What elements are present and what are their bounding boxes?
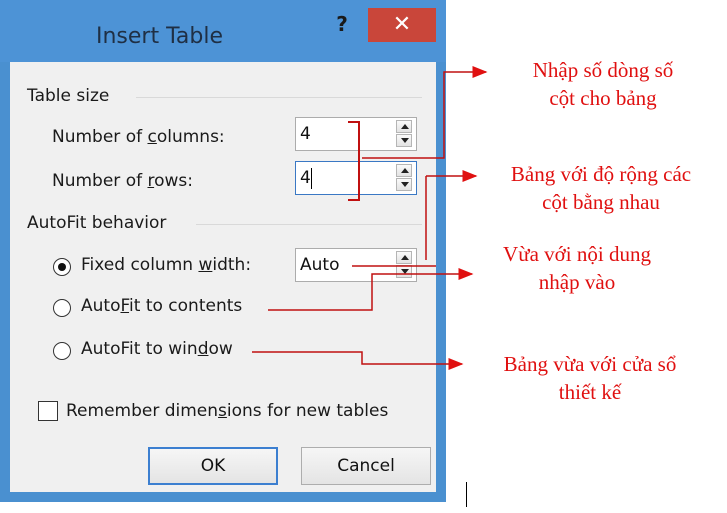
table-size-group-label: Table size — [27, 86, 110, 106]
remember-checkbox[interactable] — [38, 401, 58, 421]
width-down-arrow-icon[interactable] — [396, 265, 412, 278]
autofit-group-label: AutoFit behavior — [27, 213, 167, 233]
close-icon: ✕ — [392, 12, 412, 37]
fixed-width-label[interactable]: Fixed column width: — [81, 255, 251, 275]
annotation-autofit-window: Bảng vừa với cửa sổ thiết kế — [503, 352, 677, 404]
help-button[interactable]: ? — [332, 12, 352, 36]
columns-spinner[interactable]: 4 — [295, 117, 417, 151]
fixed-width-radio[interactable] — [53, 258, 71, 276]
rows-label: Number of rows: — [52, 171, 193, 191]
width-up-arrow-icon[interactable] — [396, 251, 412, 264]
cancel-button[interactable]: Cancel — [301, 447, 431, 485]
text-cursor — [311, 168, 312, 189]
dialog-title: Insert Table — [96, 24, 223, 49]
autofit-contents-label[interactable]: AutoFit to contents — [81, 296, 242, 316]
annotation-autofit-contents: Vừa với nội dung nhập vào — [503, 242, 651, 294]
fixed-width-input[interactable]: Auto — [300, 255, 339, 275]
fixed-width-spinner[interactable]: Auto — [295, 248, 417, 282]
ok-button[interactable]: OK — [148, 447, 278, 485]
divider — [196, 224, 422, 225]
dialog-body: Table size Number of columns: 4 Number o… — [10, 62, 436, 492]
autofit-window-label[interactable]: AutoFit to window — [81, 339, 233, 359]
remember-label[interactable]: Remember dimensions for new tables — [66, 401, 388, 421]
rows-spinner[interactable]: 4 — [295, 161, 417, 195]
columns-up-arrow-icon[interactable] — [396, 120, 412, 133]
autofit-contents-radio[interactable] — [53, 299, 71, 317]
title-bar: Insert Table ? ✕ — [0, 0, 446, 62]
rows-up-arrow-icon[interactable] — [396, 164, 412, 177]
columns-down-arrow-icon[interactable] — [396, 134, 412, 147]
insert-table-dialog: Insert Table ? ✕ Table size Number of co… — [0, 0, 446, 502]
annotation-fixed-width: Bảng với độ rộng các cột bằng nhau — [510, 162, 692, 214]
autofit-window-radio[interactable] — [53, 342, 71, 360]
rows-input[interactable]: 4 — [300, 168, 311, 188]
divider — [136, 97, 422, 98]
close-button[interactable]: ✕ — [368, 8, 436, 42]
rows-down-arrow-icon[interactable] — [396, 178, 412, 191]
columns-input[interactable]: 4 — [300, 124, 311, 144]
columns-label: Number of columns: — [52, 127, 225, 147]
annotation-number-input: Nhập số dòng số cột cho bảng — [532, 58, 674, 110]
cursor-line — [466, 482, 467, 507]
